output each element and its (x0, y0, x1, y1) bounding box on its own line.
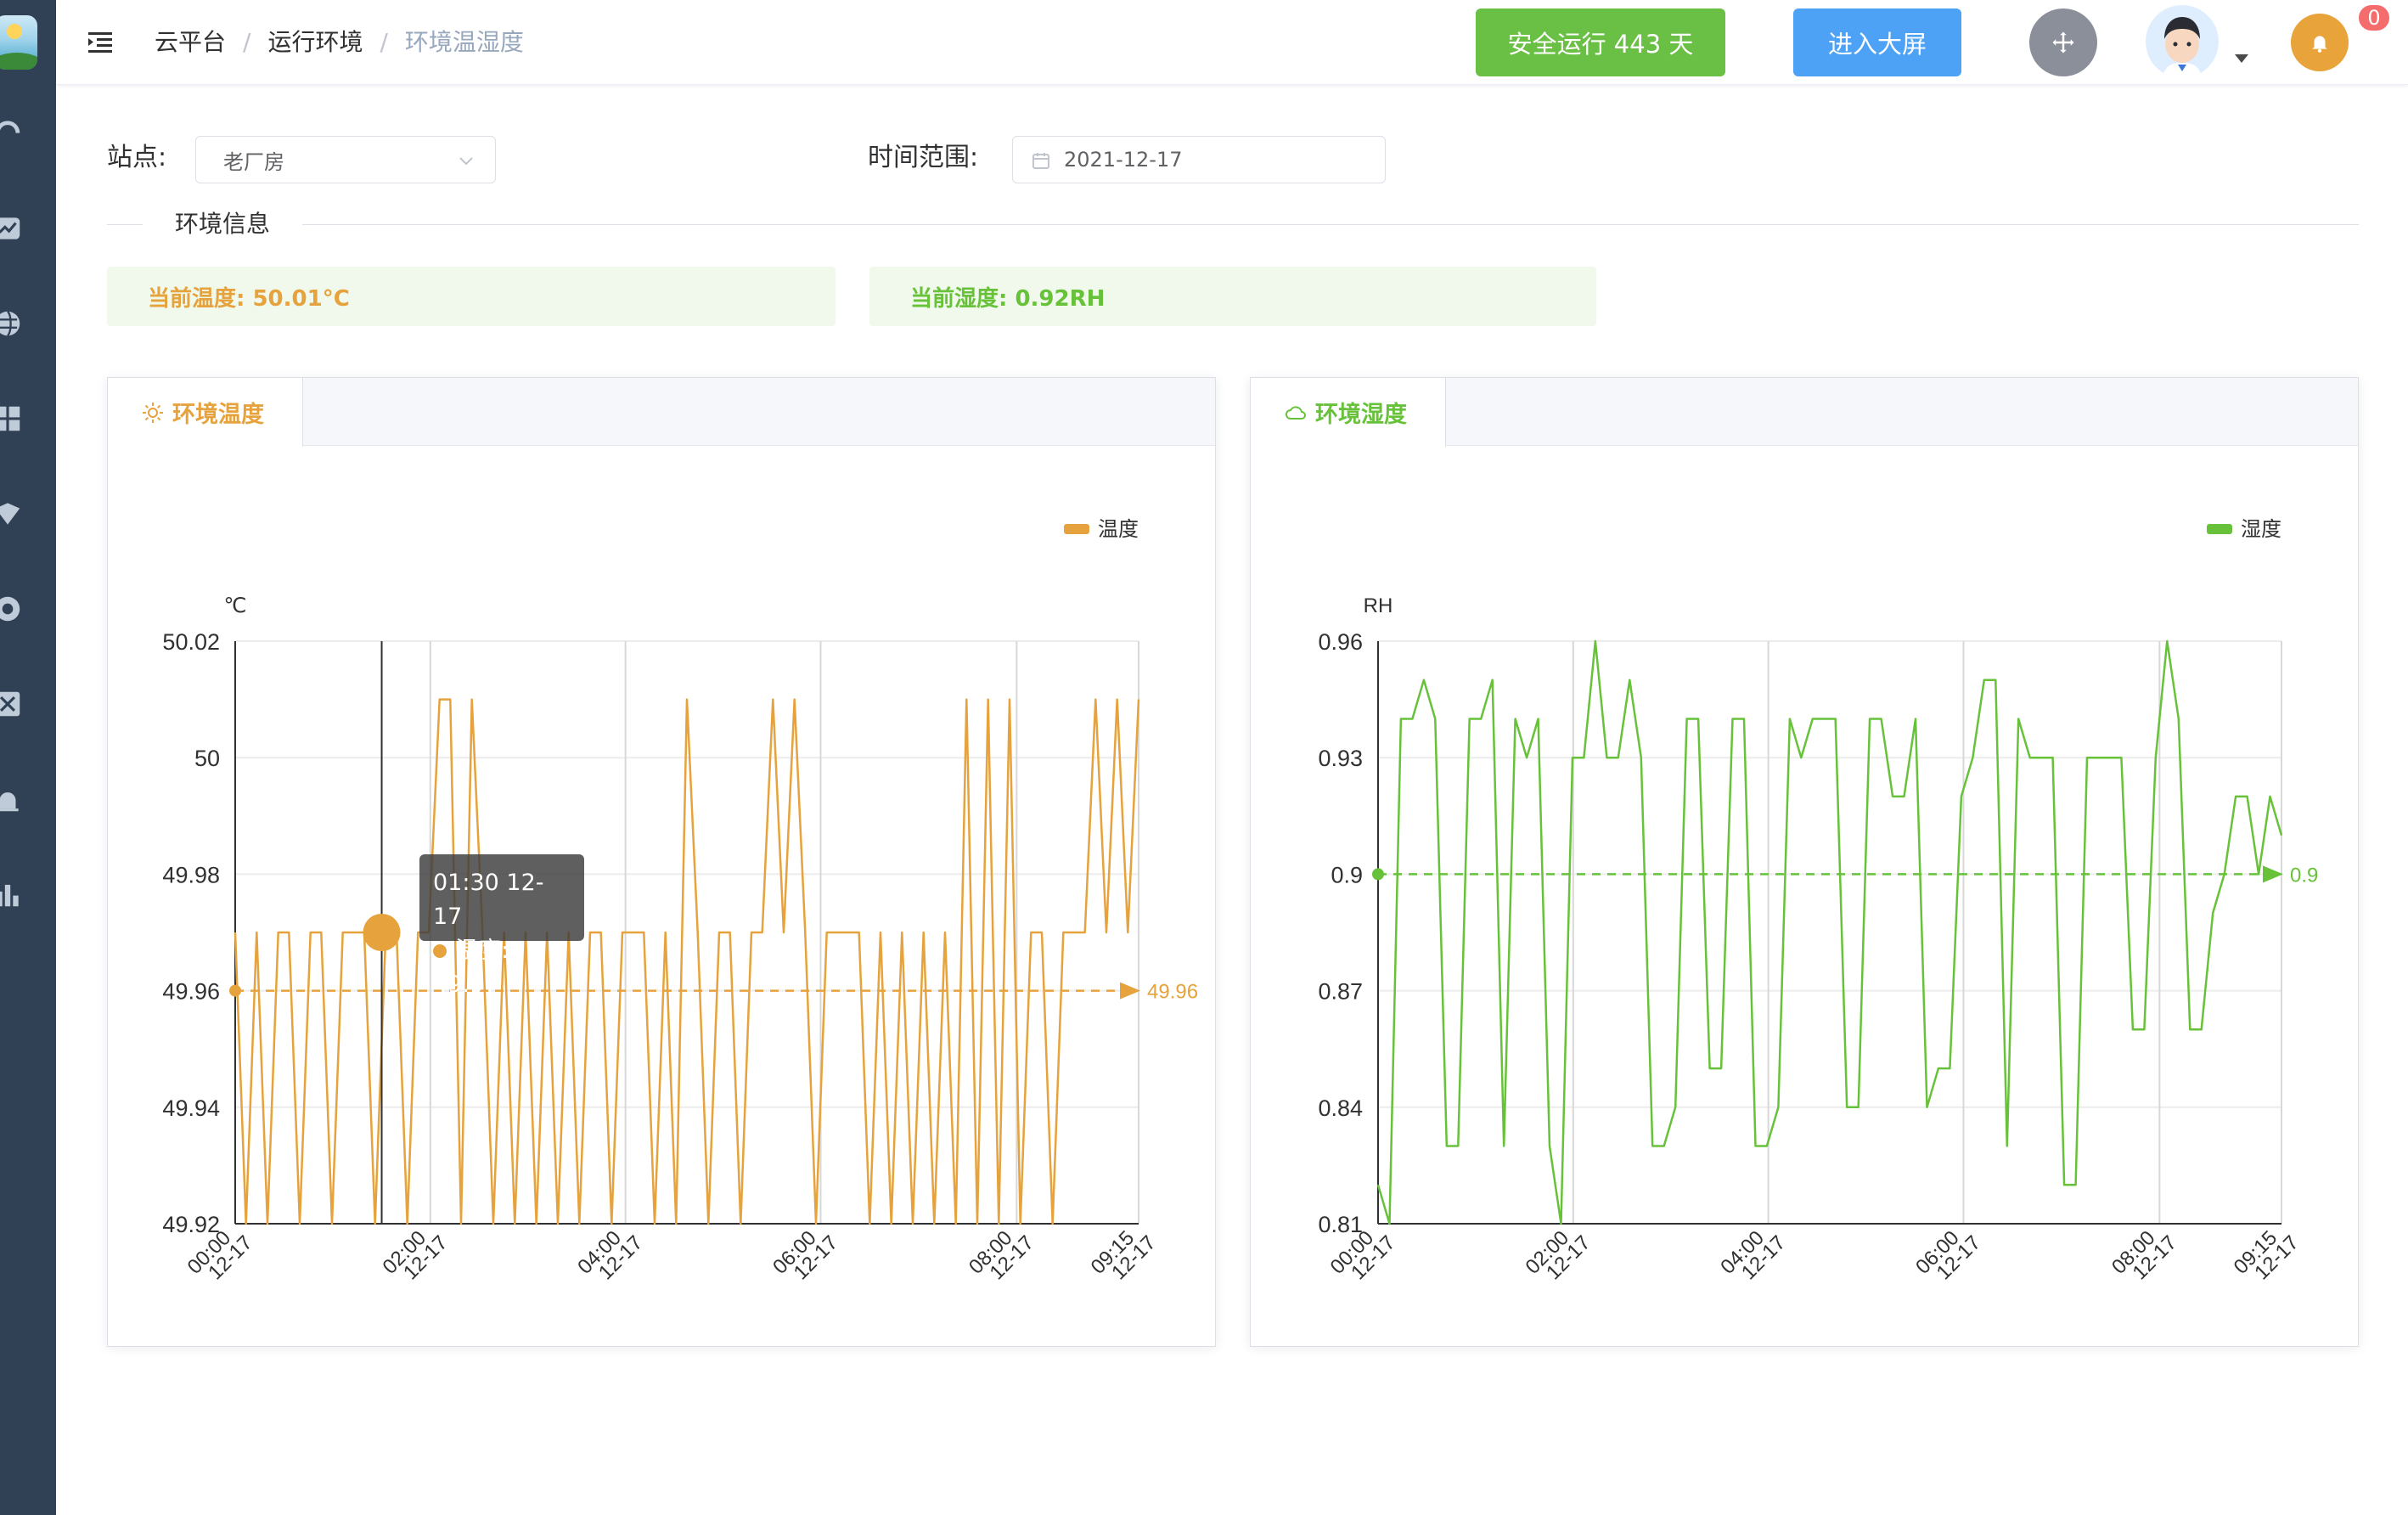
settings-icon[interactable] (0, 593, 24, 625)
legend-swatch (1064, 524, 1089, 534)
chart-tooltip: 01:30 12-17 温度: 49.97 (419, 854, 584, 998)
series-line (1376, 639, 2283, 1225)
series-line (233, 698, 1140, 1225)
x-tick-label-group: 08:0012-17 (965, 1226, 1038, 1284)
section-divider (107, 224, 2359, 225)
grid-icon[interactable] (0, 403, 24, 435)
legend-swatch (2207, 524, 2232, 534)
average-label: 0.9 (2290, 864, 2318, 887)
date-picker-value: 2021-12-17 (1064, 148, 1183, 172)
y-axis-unit-label: ℃ (224, 594, 247, 617)
legend-label: 湿度 (2241, 518, 2281, 541)
app-root: { "topbar": { "breadcrumb": ["云平台", "运行环… (0, 0, 2408, 1515)
station-label: 站点: (107, 143, 167, 172)
safety-days-button[interactable]: 安全运行 443 天 (1476, 8, 1725, 76)
current-humidity-text: 当前湿度: 0.92RH (910, 285, 1106, 312)
cloud-icon (1286, 405, 1306, 420)
move-icon[interactable] (2029, 8, 2097, 76)
sun-icon (143, 402, 163, 423)
x-tick-label-group: 08:0012-17 (2107, 1226, 2181, 1284)
x-tick-label-group: 02:0012-17 (379, 1226, 453, 1284)
tooltip-series: 温度: 49.97 (433, 934, 571, 1002)
breadcrumb-item-cloud[interactable]: 云平台 (155, 24, 226, 61)
hover-point (363, 914, 401, 951)
temperature-card: 环境温度 50.02 50 49.98 49.96 49.94 49.92 00:00 12-… (107, 377, 1216, 1347)
current-temperature-text: 当前温度: 50.01°C (148, 285, 350, 312)
station-select-value: 老厂房 (223, 149, 284, 174)
y-tick-label: 0.96 (1318, 629, 1363, 655)
enter-bigscreen-button[interactable]: 进入大屏 (1793, 8, 1961, 76)
humidity-card: 环境湿度 0.96 0.93 0.9 0.87 0.84 0.81 00:00 12-17 02… (1250, 377, 2359, 1347)
breadcrumb-item-current: 环境温湿度 (404, 28, 524, 56)
y-axis-unit-label: RH (1364, 594, 1393, 617)
y-tick-label: 0.84 (1318, 1095, 1363, 1121)
notification-count-badge: 0 (2357, 3, 2391, 32)
x-tick-label-group: 02:0012-17 (1522, 1226, 1595, 1284)
average-arrow (1120, 982, 1140, 1000)
y-tick-label: 49.94 (162, 1095, 220, 1121)
tab-temperature-label: 环境温度 (172, 402, 264, 428)
breadcrumb-separator: / (380, 28, 388, 56)
tab-humidity-label: 环境湿度 (1315, 402, 1407, 428)
notification-bell-icon[interactable] (2291, 14, 2349, 71)
y-tick-label: 0.9 (1331, 862, 1363, 887)
globe-icon[interactable] (0, 307, 24, 340)
alarm-icon[interactable] (0, 783, 24, 815)
tooltip-dot (433, 944, 447, 958)
breadcrumb-separator: / (243, 28, 251, 56)
y-tick-label: 49.96 (162, 979, 220, 1005)
y-tick-label: 50.02 (162, 629, 220, 655)
y-tick-label: 0.93 (1318, 746, 1363, 771)
menu-toggle-icon[interactable] (85, 27, 115, 58)
bar-chart-icon[interactable] (0, 878, 24, 910)
x-tick-label-group: 06:0012-17 (1911, 1226, 1985, 1284)
sidebar (0, 0, 56, 1515)
x-tick-label-group: 04:0012-17 (573, 1226, 647, 1284)
chevron-down-icon (459, 157, 473, 166)
date-picker[interactable]: 2021-12-17 (1012, 136, 1386, 183)
humidity-card-header: 环境湿度 (1251, 378, 2358, 447)
y-tick-label: 50 (194, 746, 220, 771)
device-icon[interactable] (0, 498, 24, 530)
current-humidity-box: 当前湿度: 0.92RH (869, 267, 1596, 326)
breadcrumb-item-env[interactable]: 运行环境 (267, 24, 363, 61)
tooltip-time: 01:30 12-17 (433, 870, 544, 930)
user-avatar[interactable] (2146, 5, 2219, 78)
station-select[interactable]: 老厂房 (195, 136, 496, 183)
temperature-chart[interactable]: 50.025049.9849.9649.9449.9200:0012-17 02:… (108, 446, 1217, 1346)
tab-temperature[interactable]: 环境温度 (108, 378, 303, 447)
x-tick-label-group: 04:0012-17 (1716, 1226, 1790, 1284)
dashboard-icon[interactable] (0, 115, 24, 148)
x-tick-label-group: 06:0012-17 (768, 1226, 842, 1284)
y-tick-label: 0.87 (1318, 979, 1363, 1005)
x-tick-label-group: 09:1512-17 (1087, 1226, 1161, 1284)
humidity-chart[interactable]: 0.960.930.90.870.840.8100:0012-17 02:0012… (1251, 446, 2360, 1346)
section-title: 环境信息 (143, 207, 303, 241)
current-temperature-box: 当前温度: 50.01°C (107, 267, 835, 326)
average-start-point (229, 984, 241, 997)
temperature-card-header: 环境温度 (108, 378, 1215, 447)
average-arrow (2263, 865, 2283, 883)
breadcrumb: 云平台 / 运行环境 / 环境温湿度 (155, 24, 524, 61)
chart-icon[interactable] (0, 212, 24, 245)
y-tick-label: 49.98 (162, 862, 220, 887)
legend-label: 温度 (1098, 518, 1139, 541)
tools-icon[interactable] (0, 688, 24, 720)
calendar-icon (1032, 153, 1049, 169)
x-tick-label-group: 09:1512-17 (2230, 1226, 2304, 1284)
time-range-label: 时间范围: (868, 143, 979, 172)
app-logo[interactable] (0, 15, 37, 70)
user-menu-caret-icon[interactable] (2235, 54, 2248, 63)
tab-humidity[interactable]: 环境湿度 (1251, 378, 1446, 447)
average-label: 49.96 (1147, 981, 1198, 1004)
average-start-point (1372, 868, 1384, 881)
